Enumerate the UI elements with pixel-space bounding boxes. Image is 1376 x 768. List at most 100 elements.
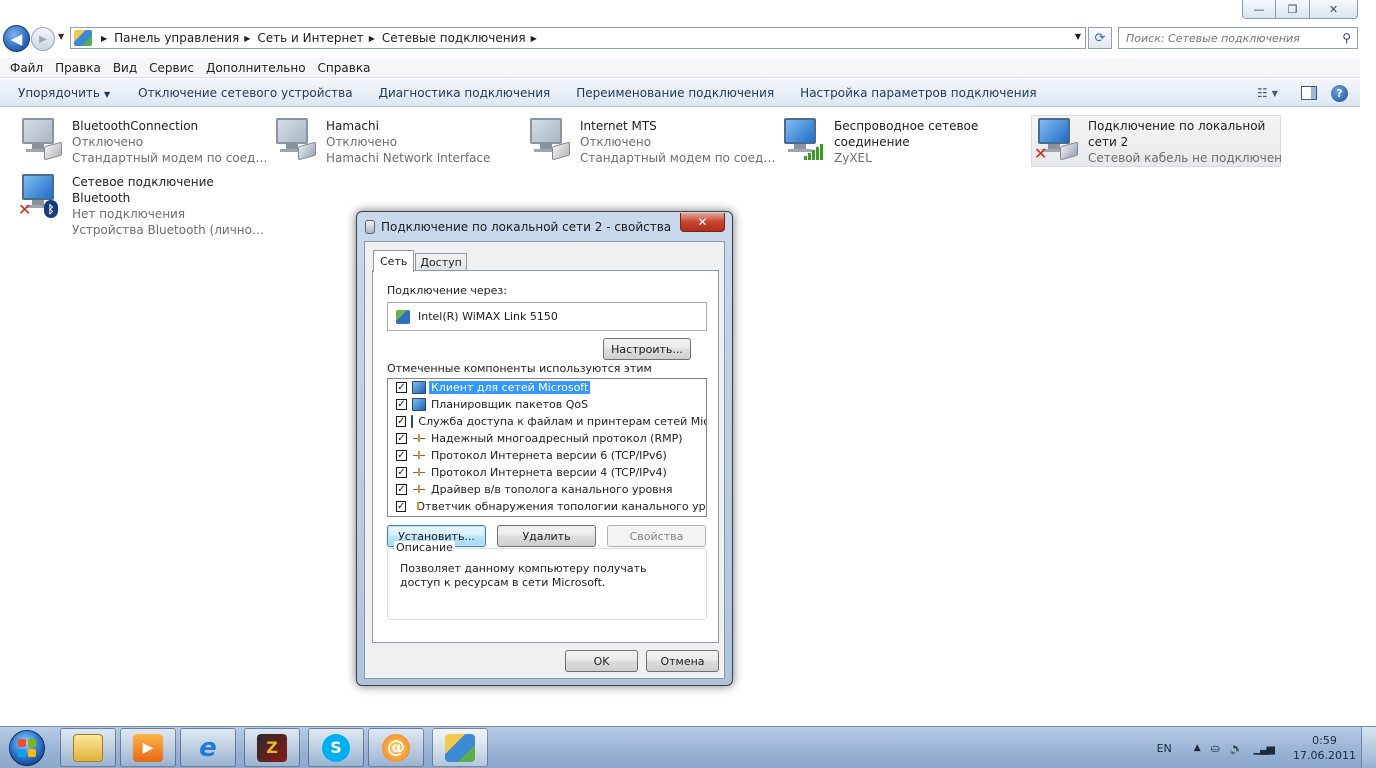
connection-item[interactable]: Internet MTS Отключено Стандартный модем… [524,116,776,168]
menu-tools[interactable]: Сервис [143,61,200,75]
show-hidden-icons-icon[interactable]: ▲ [1194,743,1201,753]
modem-connection-icon [524,116,570,164]
breadcrumb-network-connections[interactable]: Сетевые подключения ▶ [382,31,544,45]
component-checkbox[interactable]: ✓ [396,399,407,410]
breadcrumb-network-internet[interactable]: Сеть и Интернет ▶ [257,31,381,45]
tab-network[interactable]: Сеть [373,250,415,272]
diagnose-button[interactable]: Диагностика подключения [369,86,561,100]
configure-button[interactable]: Настроить... [603,338,691,360]
command-bar-right: ☷ ▼ ? [1257,84,1348,102]
close-button[interactable]: ✕ [1310,0,1358,19]
properties-button[interactable]: Свойства [607,525,706,547]
forward-button[interactable]: ▶ [31,27,55,51]
minimize-button[interactable]: — [1242,0,1276,19]
change-view-button[interactable]: ☷ ▼ [1257,84,1287,102]
rename-button[interactable]: Переименование подключения [566,86,784,100]
component-checkbox[interactable]: ✓ [396,484,407,495]
list-item[interactable]: ✓ Ответчик обнаружения топологии канальн… [388,498,706,515]
clock[interactable]: 0:59 17.06.2011 [1293,733,1356,763]
component-checkbox[interactable]: ✓ [396,433,407,444]
bluetooth-connection-icon: ᛒ ✕ [16,172,62,220]
list-item[interactable]: ✓ Протокол Интернета версии 6 (TCP/IPv6) [388,447,706,464]
list-item[interactable]: ✓ Надежный многоадресный протокол (RMP) [388,430,706,447]
change-settings-button[interactable]: Настройка параметров подключения [790,86,1046,100]
organize-button[interactable]: Упорядочить ▼ [8,86,120,100]
taskbar-skype[interactable]: S [308,728,364,767]
connection-item-selected[interactable]: ✕ Подключение по локальной сети 2 Сетево… [1031,115,1284,167]
component-checkbox[interactable]: ✓ [396,416,407,427]
start-button[interactable] [2,728,52,768]
description-group: Описание Позволяет данному компьютеру по… [387,541,707,620]
connection-text: Подключение по локальной сети 2 Сетевой … [1088,118,1284,166]
list-item[interactable]: ✓ Планировщик пакетов QoS [388,396,706,413]
breadcrumb-separator[interactable]: ▶ [96,34,114,43]
connection-item[interactable]: BluetoothConnection Отключено Стандартны… [16,116,268,168]
skype-icon: S [322,733,350,762]
connection-device: Устройства Bluetooth (личной с... [72,223,268,237]
connection-name: Подключение по локальной сети 2 [1088,119,1266,149]
tab-panel-network: Подключение через: Intel(R) WiMAX Link 5… [372,270,719,643]
menu-help[interactable]: Справка [312,61,377,75]
usb-device-icon[interactable]: ⛀ [1211,742,1220,755]
menu-file[interactable]: Файл [4,61,49,75]
taskbar-explorer[interactable] [60,728,116,767]
connect-using-label: Подключение через: [387,284,507,297]
connection-name: Беспроводное сетевое соединение [834,119,979,149]
volume-icon[interactable]: 🔈 [1230,742,1244,755]
chevron-right-icon[interactable]: ▶ [369,34,375,43]
cancel-button[interactable]: Отмена [646,650,719,672]
taskbar-game[interactable]: Z [244,728,300,767]
view-options-icon: ☷ [1257,86,1268,100]
list-item[interactable]: ✓ Протокол Интернета версии 4 (TCP/IPv4) [388,464,706,481]
restore-button[interactable]: ❐ [1276,0,1310,19]
network-signal-icon[interactable]: ▁▃▅ [1254,742,1275,755]
search-input[interactable] [1119,31,1329,45]
preview-pane-icon[interactable] [1301,86,1317,100]
menu-view[interactable]: Вид [107,61,143,75]
dialog-close-button[interactable]: ✕ [680,213,725,232]
address-bar[interactable]: ▶ Панель управления ▶ Сеть и Интернет ▶ Се… [70,27,1086,49]
uninstall-button[interactable]: Удалить [497,525,596,547]
taskbar-control-panel[interactable] [432,728,488,767]
component-checkbox[interactable]: ✓ [396,382,407,393]
component-checkbox[interactable]: ✓ [396,501,407,512]
menu-advanced[interactable]: Дополнительно [200,61,312,75]
component-checkbox[interactable]: ✓ [396,450,407,461]
connection-item[interactable]: ᛒ ✕ Сетевое подключение Bluetooth Нет по… [16,172,268,237]
refresh-button[interactable]: ⟳ [1088,27,1112,49]
network-protocol-icon [412,483,426,496]
taskbar-mail-agent[interactable]: @ [368,728,424,767]
taskbar-internet-explorer[interactable]: e [180,728,236,767]
system-tray: EN ▲ ⛀ 🔈 ▁▃▅ 0:59 17.06.2011 [1157,727,1356,768]
address-dropdown-icon[interactable]: ▼ [1075,32,1081,41]
component-checkbox[interactable]: ✓ [396,467,407,478]
component-label: Надежный многоадресный протокол (RMP) [431,432,683,445]
components-list[interactable]: ✓ Клиент для сетей Microsoft ✓ Планировщ… [387,378,707,517]
chevron-right-icon[interactable]: ▶ [531,34,537,43]
breadcrumb-control-panel[interactable]: Панель управления ▶ [114,31,257,45]
recent-pages-dropdown[interactable]: ▼ [58,32,64,41]
dialog-title: Подключение по локальной сети 2 - свойст… [365,218,671,236]
network-adapter-icon [365,220,375,234]
menu-edit[interactable]: Правка [49,61,107,75]
connection-item[interactable]: Hamachi Отключено Hamachi Network Interf… [270,116,520,168]
ok-button[interactable]: OK [565,650,638,672]
taskbar-media-player[interactable]: ▶ [120,728,176,767]
language-indicator[interactable]: EN [1157,742,1172,755]
list-item[interactable]: ✓ Драйвер в/в тополога канального уровня [388,481,706,498]
connection-item[interactable]: Беспроводное сетевое соединение ZyXEL [778,116,1028,168]
connection-text: Internet MTS Отключено Стандартный модем… [580,118,776,166]
disable-device-button[interactable]: Отключение сетевого устройства [128,86,362,100]
list-item[interactable]: ✓ Служба доступа к файлам и принтерам се… [388,413,706,430]
tab-sharing[interactable]: Доступ [415,253,467,271]
connection-status: Отключено [580,135,652,149]
back-button[interactable]: ◀ [3,25,30,52]
connection-status: Отключено [326,135,398,149]
list-item[interactable]: ✓ Клиент для сетей Microsoft [388,379,706,396]
show-desktop-button[interactable] [1361,727,1376,768]
search-box[interactable]: ⚲ [1118,27,1358,49]
chevron-right-icon[interactable]: ▶ [244,34,250,43]
help-icon[interactable]: ? [1331,84,1348,102]
network-protocol-icon [412,449,426,462]
search-icon[interactable]: ⚲ [1342,31,1351,45]
